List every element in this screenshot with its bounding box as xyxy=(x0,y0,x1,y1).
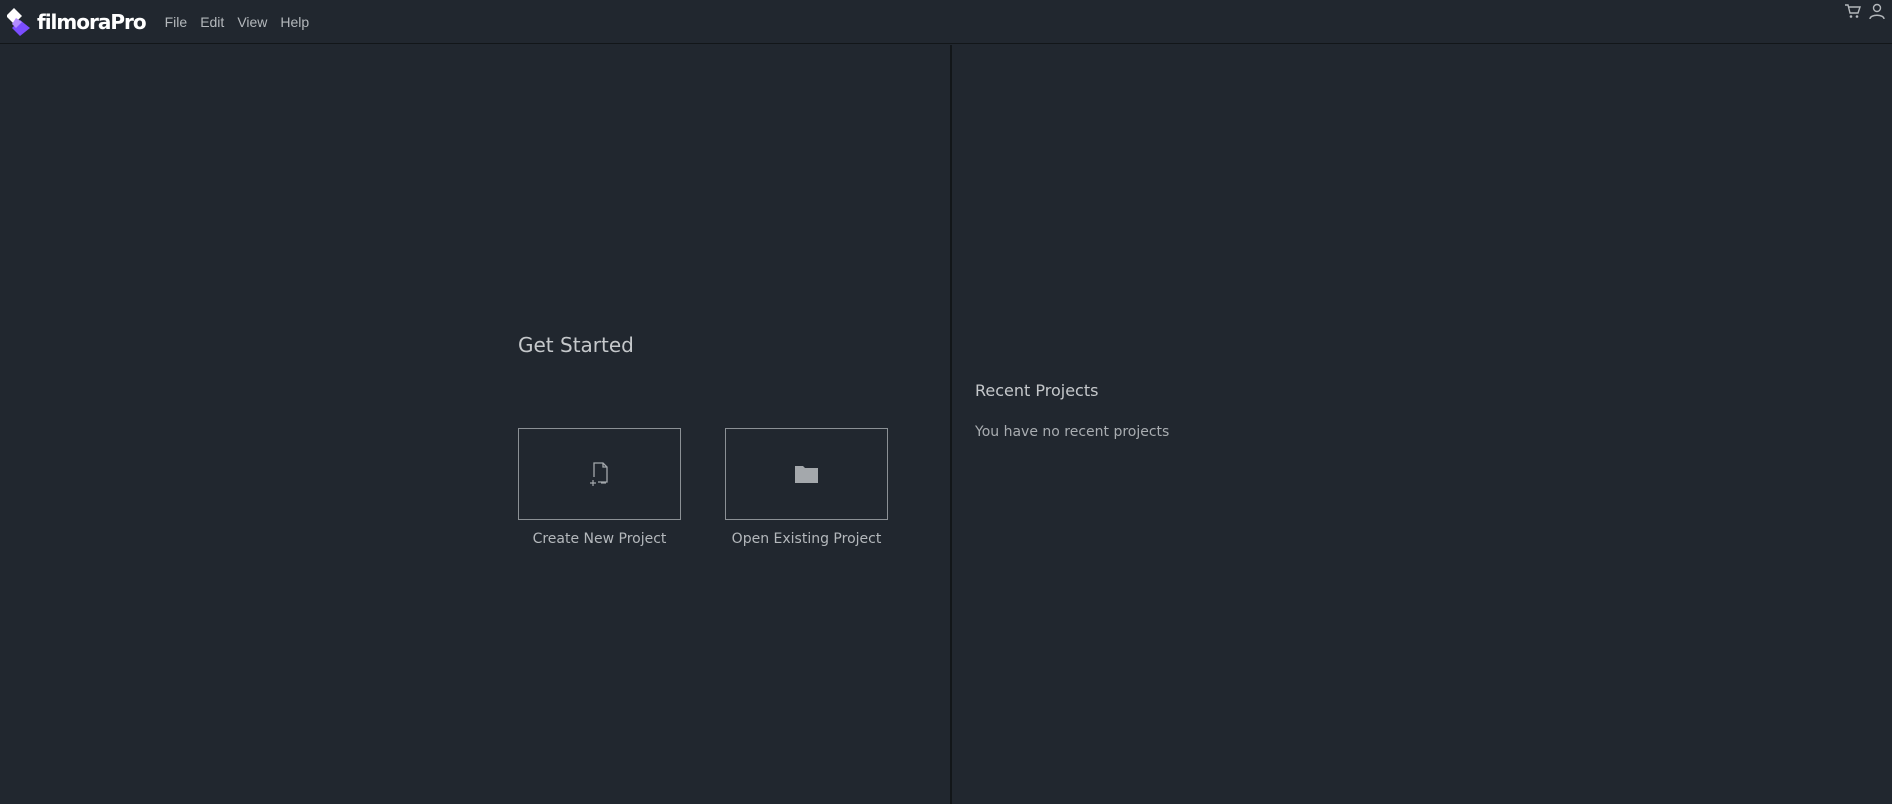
filmora-logo-icon xyxy=(7,7,30,36)
recent-projects-title: Recent Projects xyxy=(975,381,1099,400)
new-file-icon xyxy=(589,462,608,486)
menu-bar: File Edit View Help xyxy=(165,0,323,44)
cart-icon[interactable] xyxy=(1844,2,1862,20)
open-existing-project-label: Open Existing Project xyxy=(731,531,882,547)
logo-text: filmoraPro xyxy=(37,9,147,34)
create-new-project-label: Create New Project xyxy=(532,531,667,547)
open-existing-project-button[interactable] xyxy=(725,428,888,520)
title-bar: filmoraPro File Edit View Help xyxy=(0,0,1892,44)
top-right-icons xyxy=(1844,2,1892,20)
menu-edit[interactable]: Edit xyxy=(200,14,224,30)
menu-file[interactable]: File xyxy=(165,14,188,30)
app-logo: filmoraPro xyxy=(7,0,147,44)
create-new-project-button[interactable] xyxy=(518,428,681,520)
get-started-title: Get Started xyxy=(518,333,634,357)
get-started-pane xyxy=(0,45,950,804)
user-icon[interactable] xyxy=(1868,2,1886,20)
menu-view[interactable]: View xyxy=(237,14,267,30)
folder-icon xyxy=(794,466,818,483)
menu-help[interactable]: Help xyxy=(280,14,309,30)
recent-projects-empty-message: You have no recent projects xyxy=(975,424,1170,440)
